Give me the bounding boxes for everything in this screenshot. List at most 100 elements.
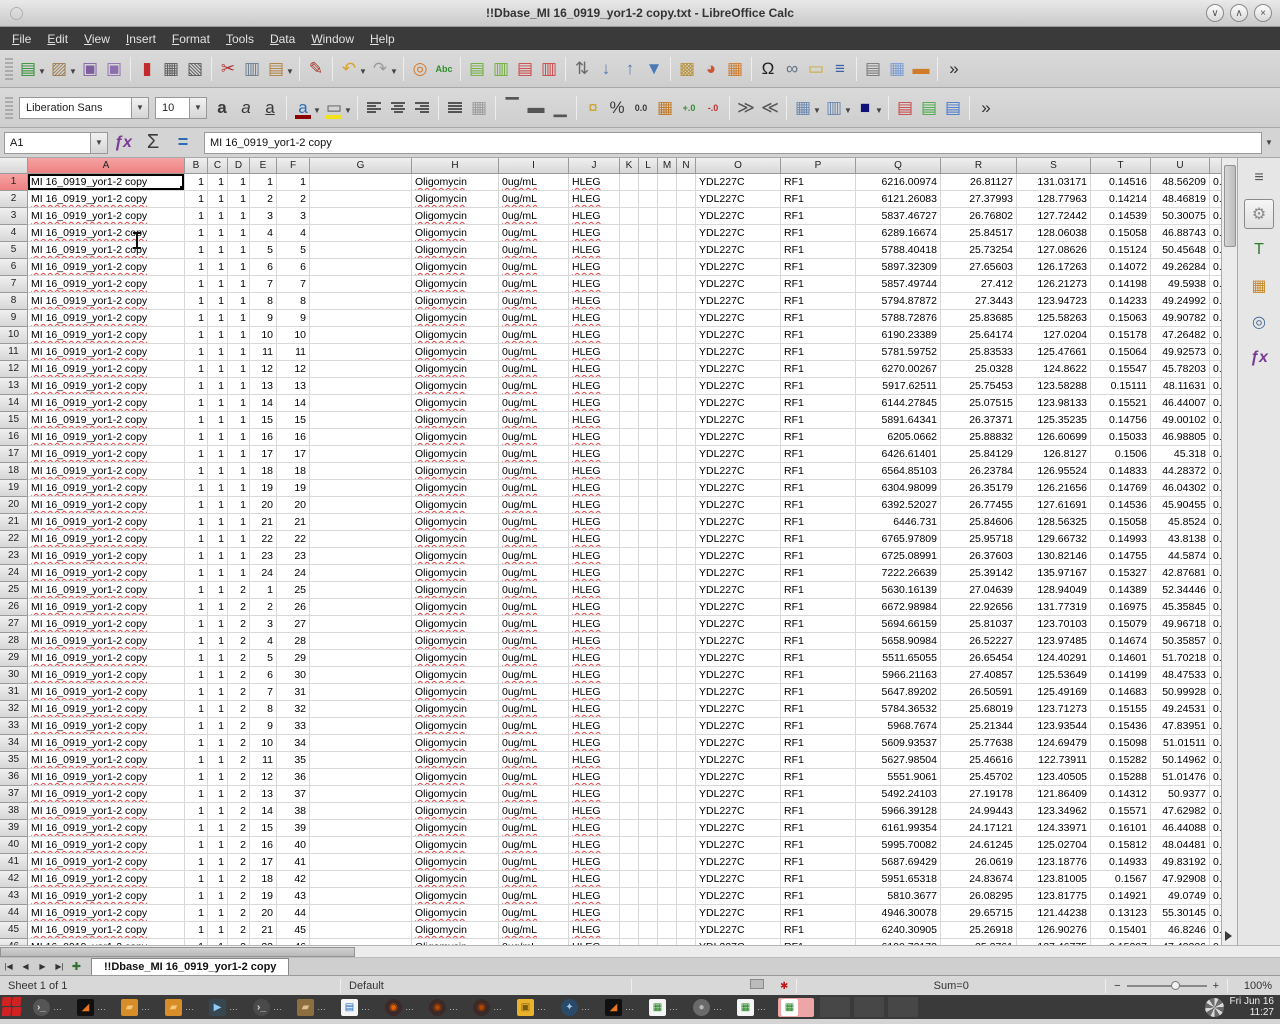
terminal-window[interactable]: ›_…	[250, 998, 286, 1017]
cell-N31[interactable]	[677, 684, 696, 701]
cell-R23[interactable]: 26.37603	[941, 548, 1017, 565]
cell-C28[interactable]: 1	[208, 633, 228, 650]
cell-L10[interactable]	[639, 327, 658, 344]
cell-E8[interactable]: 8	[250, 293, 277, 310]
cell-F20[interactable]: 20	[277, 497, 310, 514]
cell-K12[interactable]	[620, 361, 639, 378]
row-header-23[interactable]: 23	[0, 548, 28, 565]
cell-V16[interactable]: 0.	[1210, 429, 1221, 446]
cell-Q42[interactable]: 5951.65318	[856, 871, 941, 888]
cell-T44[interactable]: 0.13123	[1091, 905, 1151, 922]
cell-K42[interactable]	[620, 871, 639, 888]
cell-U39[interactable]: 46.44088	[1151, 820, 1210, 837]
cell-I14[interactable]: 0ug/mL	[499, 395, 569, 412]
print-icon[interactable]: ▦	[159, 56, 183, 82]
cell-F33[interactable]: 33	[277, 718, 310, 735]
column-header-F[interactable]: F	[277, 158, 310, 174]
cell-S7[interactable]: 126.21273	[1017, 276, 1091, 293]
cell-E23[interactable]: 23	[250, 548, 277, 565]
export-pdf-icon[interactable]: ▮	[135, 56, 159, 82]
column-header-K[interactable]: K	[620, 158, 639, 174]
image-viewer-window[interactable]: ▣…	[514, 998, 550, 1017]
copy-icon[interactable]: ▥	[240, 56, 264, 82]
row-header-21[interactable]: 21	[0, 514, 28, 531]
cell-H41[interactable]: Oligomycin	[412, 854, 499, 871]
cell-S28[interactable]: 123.97485	[1017, 633, 1091, 650]
cell-U28[interactable]: 50.35857	[1151, 633, 1210, 650]
cell-V30[interactable]: 0.	[1210, 667, 1221, 684]
cell-A2[interactable]: MI 16_0919_yor1-2 copy	[28, 191, 185, 208]
cell-U4[interactable]: 46.88743	[1151, 225, 1210, 242]
cell-P38[interactable]: RF1	[781, 803, 856, 820]
cell-L33[interactable]	[639, 718, 658, 735]
cell-B33[interactable]: 1	[185, 718, 208, 735]
cell-O32[interactable]: YDL227C	[696, 701, 781, 718]
cell-L37[interactable]	[639, 786, 658, 803]
cell-E20[interactable]: 20	[250, 497, 277, 514]
cell-C14[interactable]: 1	[208, 395, 228, 412]
cell-D41[interactable]: 2	[228, 854, 250, 871]
cell-P7[interactable]: RF1	[781, 276, 856, 293]
cell-L16[interactable]	[639, 429, 658, 446]
cell-P13[interactable]: RF1	[781, 378, 856, 395]
cell-M7[interactable]	[658, 276, 677, 293]
cell-A35[interactable]: MI 16_0919_yor1-2 copy	[28, 752, 185, 769]
cell-A41[interactable]: MI 16_0919_yor1-2 copy	[28, 854, 185, 871]
cell-C39[interactable]: 1	[208, 820, 228, 837]
row-header-5[interactable]: 5	[0, 242, 28, 259]
cell-M14[interactable]	[658, 395, 677, 412]
cell-G2[interactable]	[310, 191, 412, 208]
cell-E36[interactable]: 12	[250, 769, 277, 786]
cell-O11[interactable]: YDL227C	[696, 344, 781, 361]
cell-M2[interactable]	[658, 191, 677, 208]
cell-T17[interactable]: 0.1506	[1091, 446, 1151, 463]
column-header-L[interactable]: L	[639, 158, 658, 174]
cell-K11[interactable]	[620, 344, 639, 361]
cell-T29[interactable]: 0.14601	[1091, 650, 1151, 667]
row-header-9[interactable]: 9	[0, 310, 28, 327]
cell-P16[interactable]: RF1	[781, 429, 856, 446]
delete-row-icon[interactable]: ▤	[513, 56, 537, 82]
cell-U1[interactable]: 48.56209	[1151, 174, 1210, 191]
cell-I44[interactable]: 0ug/mL	[499, 905, 569, 922]
cell-C16[interactable]: 1	[208, 429, 228, 446]
cell-R45[interactable]: 25.26918	[941, 922, 1017, 939]
cell-N15[interactable]	[677, 412, 696, 429]
cell-G12[interactable]	[310, 361, 412, 378]
cell-Q35[interactable]: 5627.98504	[856, 752, 941, 769]
cell-T27[interactable]: 0.15079	[1091, 616, 1151, 633]
cell-E18[interactable]: 18	[250, 463, 277, 480]
cell-M36[interactable]	[658, 769, 677, 786]
cell-O17[interactable]: YDL227C	[696, 446, 781, 463]
cell-B4[interactable]: 1	[185, 225, 208, 242]
cell-F8[interactable]: 8	[277, 293, 310, 310]
cell-L27[interactable]	[639, 616, 658, 633]
spelling-icon[interactable]: Abc	[432, 56, 456, 82]
cell-C17[interactable]: 1	[208, 446, 228, 463]
cell-F42[interactable]: 42	[277, 871, 310, 888]
cell-A20[interactable]: MI 16_0919_yor1-2 copy	[28, 497, 185, 514]
cell-Q21[interactable]: 6446.731	[856, 514, 941, 531]
cell-S39[interactable]: 124.33971	[1017, 820, 1091, 837]
cell-U14[interactable]: 46.44007	[1151, 395, 1210, 412]
cell-A22[interactable]: MI 16_0919_yor1-2 copy	[28, 531, 185, 548]
cell-D42[interactable]: 2	[228, 871, 250, 888]
cell-B16[interactable]: 1	[185, 429, 208, 446]
cell-R21[interactable]: 25.84606	[941, 514, 1017, 531]
cell-V32[interactable]: 0.	[1210, 701, 1221, 718]
cell-J41[interactable]: HLEG	[569, 854, 620, 871]
row-header-34[interactable]: 34	[0, 735, 28, 752]
cell-N39[interactable]	[677, 820, 696, 837]
cell-L29[interactable]	[639, 650, 658, 667]
cell-D45[interactable]: 2	[228, 922, 250, 939]
cell-G45[interactable]	[310, 922, 412, 939]
cell-I3[interactable]: 0ug/mL	[499, 208, 569, 225]
cell-R29[interactable]: 26.65454	[941, 650, 1017, 667]
cell-M45[interactable]	[658, 922, 677, 939]
cell-V26[interactable]: 0.	[1210, 599, 1221, 616]
cell-I1[interactable]: 0ug/mL	[499, 174, 569, 191]
cell-Q1[interactable]: 6216.00974	[856, 174, 941, 191]
cell-C15[interactable]: 1	[208, 412, 228, 429]
cell-C35[interactable]: 1	[208, 752, 228, 769]
row-header-35[interactable]: 35	[0, 752, 28, 769]
